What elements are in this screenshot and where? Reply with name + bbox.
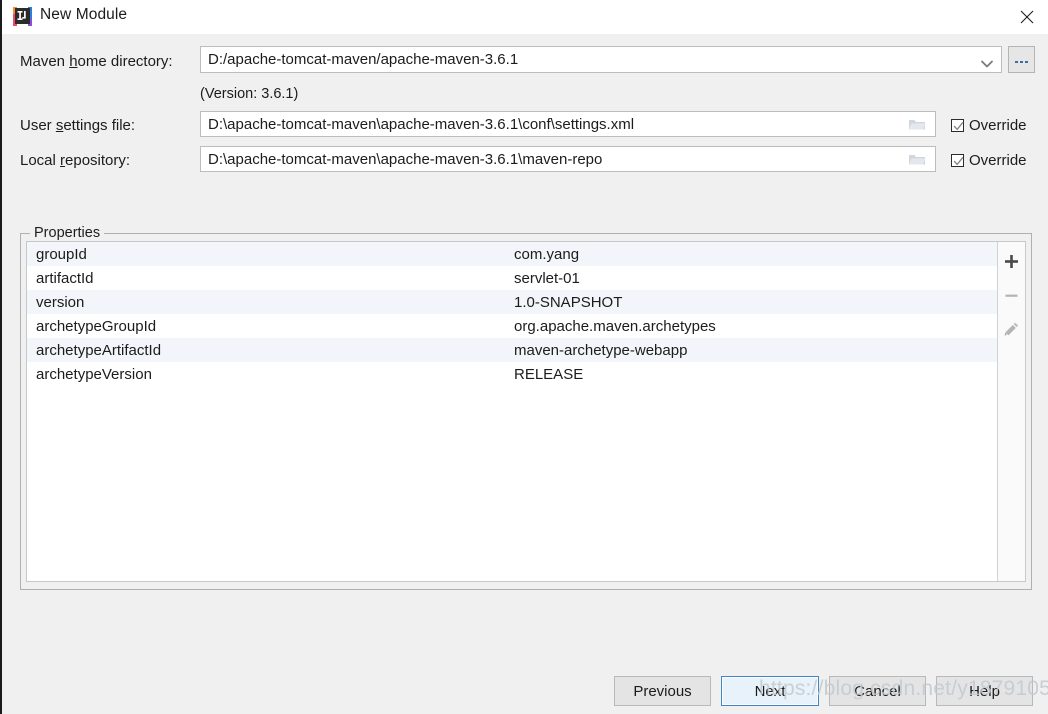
table-row[interactable]: archetypeGroupId org.apache.maven.archet… [27, 314, 997, 338]
property-value: maven-archetype-webapp [514, 341, 688, 359]
user-settings-label: User settings file: [20, 117, 136, 134]
user-settings-input[interactable]: D:\apache-tomcat-maven\apache-maven-3.6.… [200, 111, 936, 137]
window-title: New Module [40, 6, 128, 23]
properties-group-title: Properties [30, 225, 105, 241]
dialog-body: Maven home directory: D:/apache-tomcat-m… [2, 34, 1048, 714]
user-settings-override-label: Override [969, 117, 1027, 134]
ellipsis-icon [1015, 60, 1028, 64]
property-value: com.yang [514, 245, 580, 263]
folder-browse-icon[interactable] [908, 152, 926, 166]
property-value: 1.0-SNAPSHOT [514, 293, 623, 311]
properties-table-panel: groupId com.yang artifactId servlet-01 v… [26, 241, 1026, 582]
title-bar: New Module [2, 0, 1048, 34]
local-repository-label: Local repository: [20, 152, 131, 169]
new-module-dialog: New Module Maven home directory: D:/apac… [0, 0, 1048, 714]
add-icon[interactable] [1002, 251, 1022, 271]
maven-home-combobox[interactable]: D:/apache-tomcat-maven/apache-maven-3.6.… [200, 46, 1002, 73]
close-icon[interactable] [1004, 0, 1048, 34]
intellij-idea-icon [13, 7, 32, 26]
property-key: archetypeArtifactId [36, 341, 162, 359]
checkbox-checked-icon [951, 154, 964, 167]
table-row[interactable]: groupId com.yang [27, 242, 997, 266]
maven-home-browse-button[interactable] [1008, 46, 1035, 73]
checkbox-checked-icon [951, 119, 964, 132]
property-key: archetypeGroupId [36, 317, 157, 335]
chevron-down-icon [980, 55, 994, 67]
local-repository-override-checkbox[interactable]: Override [951, 152, 1027, 169]
properties-toolbar [997, 242, 1025, 581]
property-key: artifactId [36, 269, 94, 287]
property-value: servlet-01 [514, 269, 580, 287]
cancel-button[interactable]: Cancel [829, 676, 926, 706]
property-key: version [36, 293, 85, 311]
table-row[interactable]: archetypeArtifactId maven-archetype-weba… [27, 338, 997, 362]
previous-button[interactable]: Previous [614, 676, 711, 706]
folder-browse-icon[interactable] [908, 117, 926, 131]
next-button[interactable]: Next [721, 676, 819, 706]
table-row[interactable]: version 1.0-SNAPSHOT [27, 290, 997, 314]
property-key: groupId [36, 245, 87, 263]
user-settings-value: D:\apache-tomcat-maven\apache-maven-3.6.… [208, 115, 635, 133]
maven-home-label: Maven home directory: [20, 53, 173, 70]
properties-table[interactable]: groupId com.yang artifactId servlet-01 v… [27, 242, 997, 581]
maven-home-value: D:/apache-tomcat-maven/apache-maven-3.6.… [208, 51, 519, 68]
local-repository-override-label: Override [969, 152, 1027, 169]
local-repository-value: D:\apache-tomcat-maven\apache-maven-3.6.… [208, 150, 603, 168]
edit-pencil-icon[interactable] [1002, 319, 1022, 339]
property-key: archetypeVersion [36, 365, 152, 383]
property-value: org.apache.maven.archetypes [514, 317, 716, 335]
local-repository-input[interactable]: D:\apache-tomcat-maven\apache-maven-3.6.… [200, 146, 936, 172]
remove-icon[interactable] [1002, 285, 1022, 305]
table-row[interactable]: archetypeVersion RELEASE [27, 362, 997, 386]
property-value: RELEASE [514, 365, 584, 383]
table-row[interactable]: artifactId servlet-01 [27, 266, 997, 290]
properties-group: Properties groupId com.yang artifactId s… [20, 225, 1032, 590]
user-settings-override-checkbox[interactable]: Override [951, 117, 1027, 134]
help-button[interactable]: Help [936, 676, 1033, 706]
maven-version-note: (Version: 3.6.1) [200, 86, 299, 102]
